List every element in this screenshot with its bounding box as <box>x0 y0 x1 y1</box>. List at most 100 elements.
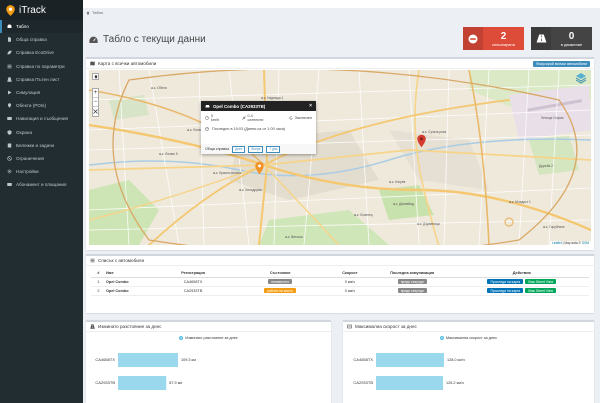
map-place-label: Летище София <box>541 116 564 120</box>
row-last-cell: преди секунди <box>369 286 455 296</box>
report-7days-button[interactable]: 7 дни <box>266 145 281 153</box>
map[interactable]: ж.к. Обеля ж.к. Люлин 8 ж.к. Люлин 5 ж.к. С… <box>89 70 591 245</box>
breadcrumb-label[interactable]: Табло <box>92 10 103 15</box>
fullscreen-button[interactable] <box>93 107 98 116</box>
speed-box-title: Максимална скорост за днес <box>355 324 417 329</box>
sidebar-item-label: Охрана <box>16 129 33 135</box>
zoom-in-button[interactable]: + <box>93 89 98 98</box>
speed-box-header: Максимална скорост за днес <box>343 322 594 332</box>
chart-value-label: 128.0 км/ч <box>447 358 465 362</box>
stat-stopped-value: 2 <box>500 30 507 42</box>
sidebar-item-8[interactable]: Охрана <box>0 126 83 139</box>
attribution-separator: | Map data © <box>561 241 581 245</box>
sidebar-item-2[interactable]: Справка EcoDrive <box>0 46 83 59</box>
distance-legend-label: Изминато разстояние за днес <box>185 336 238 340</box>
stat-moving-value: 0 <box>568 30 575 42</box>
sidebar-item-4[interactable]: Справка Пътен лист <box>0 73 83 86</box>
popup-close-button[interactable]: × <box>309 103 312 109</box>
row-actions: Проследи на карта Виж Street View <box>454 277 589 287</box>
zoom-out-button[interactable]: − <box>93 98 98 107</box>
street-view-button[interactable]: Виж Street View <box>525 287 557 294</box>
distance-box-header: Изминато разстояние за днес <box>86 322 331 332</box>
vehicle-list-header: Списък с автомобили <box>86 256 594 266</box>
row-speed: 0 км/ч <box>330 277 370 287</box>
sidebar-item-3[interactable]: Справка по параметри <box>0 60 83 73</box>
vehicle-marker-orange[interactable] <box>255 161 264 175</box>
legend-swatch <box>439 336 444 340</box>
map-place-label: ж.к. Красна поляна <box>213 171 242 175</box>
stat-stopped[interactable]: 2 спешнирани <box>463 27 524 50</box>
vehicle-list-box: Списък с автомобили # Име Регистрация Съ… <box>86 254 594 313</box>
sidebar-item-1[interactable]: Обща справка <box>0 33 83 46</box>
sidebar-item-11[interactable]: Настройки <box>0 165 83 178</box>
chart-category-label: CA4658TX <box>95 357 115 362</box>
map-place-label: ж.к. Дървеница <box>417 222 440 226</box>
dashboard-icon <box>89 36 98 43</box>
map-attribution: Leaflet | Map data © OSM <box>550 241 591 245</box>
col-reg: Регистрация <box>155 269 231 278</box>
row-name: Opel Combo <box>105 277 156 287</box>
sidebar-item-7[interactable]: Навигация и съобщения <box>0 112 83 125</box>
sidebar-item-5[interactable]: Симулация <box>0 86 83 99</box>
sidebar-item-10[interactable]: Ограничения <box>0 152 83 165</box>
envelope-icon <box>7 116 12 121</box>
legend-swatch <box>179 336 184 340</box>
report-today-button[interactable]: Днес <box>232 145 246 153</box>
map-marker-icon <box>7 103 12 108</box>
distance-box: Изминато разстояние за днес Изминато раз… <box>86 320 331 403</box>
map-base <box>89 70 591 245</box>
track-on-map-button[interactable]: Проследи на карта <box>487 287 524 294</box>
chart-value-label: 87.9 км <box>169 381 182 385</box>
popup-satellites: 0.4 сателити <box>247 114 264 122</box>
car-icon <box>205 105 210 108</box>
popup-title: Opel Combo (CA2933TB) <box>213 103 266 109</box>
track-on-map-button[interactable]: Проследи на карта <box>487 278 524 285</box>
chart-bar[interactable] <box>376 376 444 390</box>
expand-icon <box>93 109 98 114</box>
table-row[interactable]: 2 Opel Combo CA2933TB работи на място 0 … <box>91 286 589 296</box>
status-badge: работи на място <box>264 287 297 294</box>
sidebar-item-12[interactable]: Абонамент и плащания <box>0 178 83 191</box>
map-place-label: ж.к. Горубляне <box>543 225 565 229</box>
chart-bar[interactable] <box>118 376 167 390</box>
status-badge: неизвестно <box>268 278 293 285</box>
shield-icon <box>7 129 12 135</box>
distance-legend: Изминато разстояние за днес <box>86 336 331 340</box>
row-speed: 0 км/ч <box>330 286 370 296</box>
leaf-icon <box>7 50 12 55</box>
brand[interactable]: iTrack <box>0 0 83 20</box>
map-box-title: Карта с всички автомобили <box>98 61 157 66</box>
report-yesterday-button[interactable]: Вчера <box>248 145 264 153</box>
row-reg: CA2933TB <box>155 286 231 296</box>
street-view-button[interactable]: Виж Street View <box>525 278 557 285</box>
leaflet-link[interactable]: Leaflet <box>552 241 562 245</box>
location-pin-icon <box>6 4 15 16</box>
table-row[interactable]: 1 Opel Combo CA4658TX неизвестно 0 км/ч … <box>91 277 589 287</box>
osm-link[interactable]: OSM <box>582 241 589 245</box>
popup-header: Opel Combo (CA2933TB) × <box>201 101 316 111</box>
row-status-cell: работи на място <box>230 286 331 296</box>
play-icon <box>7 90 12 95</box>
row-num: 2 <box>91 286 106 296</box>
vehicle-marker-red[interactable] <box>417 134 426 148</box>
sidebar-item-9[interactable]: Бележки и задачи <box>0 139 83 152</box>
layers-icon[interactable] <box>575 72 587 84</box>
sidebar-item-0[interactable]: Табло <box>0 20 83 34</box>
sidebar-item-label: Табло <box>16 24 29 30</box>
stat-moving[interactable]: 0 в движение <box>531 27 592 50</box>
layers-toggle[interactable] <box>92 73 99 80</box>
chart-bar[interactable] <box>376 353 444 367</box>
chart-category-label: CA2933TB <box>353 380 373 385</box>
popup-speed: 0 km/h <box>210 114 220 122</box>
sidebar-item-6[interactable]: Обекти (POIs) <box>0 99 83 112</box>
road-icon <box>7 77 12 82</box>
chart-bar[interactable] <box>118 353 178 367</box>
clock-icon <box>205 127 209 131</box>
sidebar-item-label: Бележки и задачи <box>16 142 55 148</box>
focus-all-button[interactable]: Фокусирай всички автомобили <box>532 60 590 67</box>
home-icon[interactable] <box>86 10 90 15</box>
vehicle-list-title: Списък с автомобили <box>98 258 145 263</box>
popup-lock-status: Заключен <box>294 116 312 120</box>
note-icon <box>7 143 12 148</box>
col-actions: Действия <box>454 269 589 278</box>
